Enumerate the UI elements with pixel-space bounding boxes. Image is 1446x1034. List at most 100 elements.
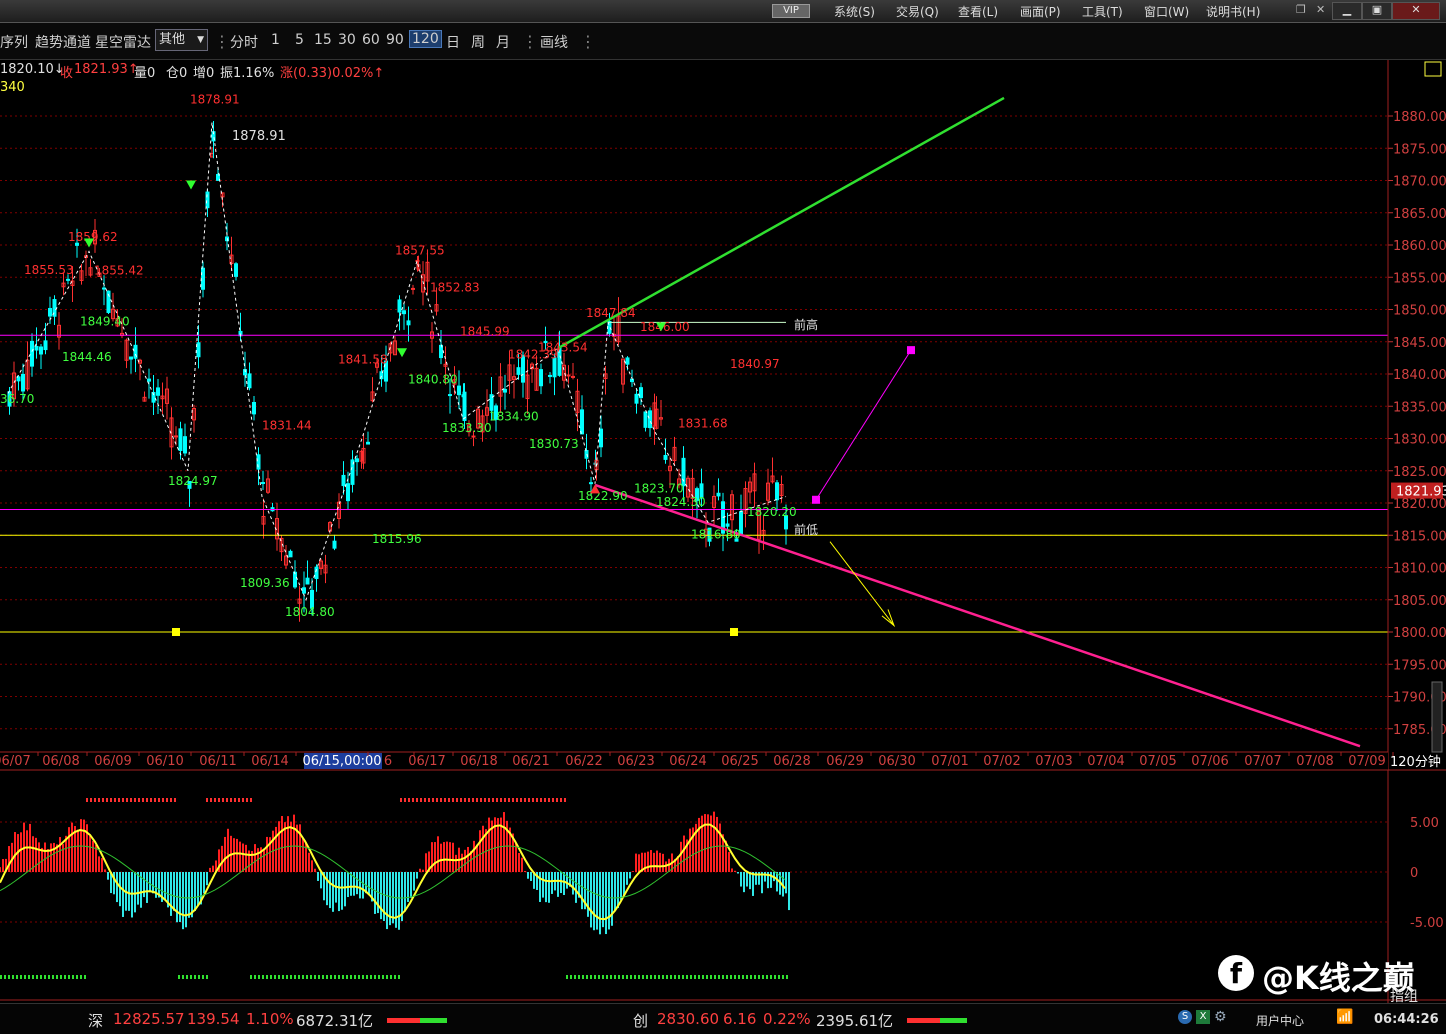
- date-tick-label: 07/02: [983, 754, 1020, 769]
- candle: [234, 263, 238, 277]
- candle: [725, 523, 730, 527]
- menu-system[interactable]: 系统(S): [834, 3, 875, 20]
- period-week[interactable]: 周: [471, 32, 485, 52]
- candle: [471, 435, 476, 438]
- high-price-label: 1878.91: [190, 93, 240, 107]
- panel-toggle-icon: [1424, 61, 1442, 77]
- excel-icon[interactable]: X: [1196, 1010, 1210, 1024]
- period-15[interactable]: 15: [314, 32, 332, 48]
- close-small-icon[interactable]: ✕: [1316, 3, 1325, 16]
- candle: [293, 571, 297, 588]
- candle: [201, 267, 205, 290]
- vip-badge[interactable]: VIP: [772, 4, 810, 18]
- period-month[interactable]: 月: [496, 32, 510, 52]
- date-tick-label: 06/15,00:00: [302, 754, 381, 769]
- candle: [147, 378, 151, 382]
- current-price-label: 1821.93: [1396, 485, 1446, 500]
- candle: [366, 441, 370, 445]
- candle: [288, 550, 293, 558]
- cy-pct: 0.22%: [763, 1010, 811, 1028]
- period-5[interactable]: 5: [295, 32, 304, 48]
- kline-chart[interactable]: 1878.91 1859.62 1855.53 1855.42 1857.55 1852.…: [0, 60, 1446, 1003]
- sequence-button[interactable]: 序列: [0, 32, 28, 52]
- date-tick-label: 07/09: [1348, 754, 1385, 769]
- high-price-label: 1859.62: [68, 230, 118, 244]
- candle: [252, 401, 256, 415]
- sz-label: 深: [88, 1012, 104, 1030]
- price-axis: 1880.00 1875.00 1870.00 1865.00 1860.00 1855.…: [1387, 60, 1446, 1003]
- period-120[interactable]: 120: [409, 30, 442, 48]
- maximize-button[interactable]: ▣: [1362, 2, 1392, 20]
- candle: [305, 577, 310, 585]
- candle: [302, 587, 306, 594]
- candle: [397, 299, 402, 313]
- menu-screen[interactable]: 画面(P): [1020, 3, 1061, 20]
- low-price-label: 1849.40: [80, 315, 130, 329]
- menu-view[interactable]: 查看(L): [958, 3, 998, 20]
- candle: [625, 357, 630, 365]
- sell-arrow-icon: [397, 348, 407, 358]
- low-price-label: 1834.90: [489, 409, 539, 423]
- low-price-label: 1822.90: [578, 489, 628, 503]
- low-price-label: 1844.46: [62, 350, 112, 364]
- radar-button[interactable]: 星空雷达: [95, 32, 151, 52]
- period-90[interactable]: 90: [386, 32, 404, 48]
- high-price-label: 1831.44: [262, 418, 312, 432]
- price-tick-label: 1875.00: [1393, 142, 1446, 157]
- price-tick-label: 1835.00: [1393, 400, 1446, 415]
- restore-small-icon[interactable]: ❐: [1296, 3, 1306, 16]
- candle: [448, 394, 452, 397]
- candle: [66, 278, 70, 281]
- period-day[interactable]: 日: [446, 32, 460, 52]
- draw-line-button[interactable]: 画线: [540, 32, 568, 52]
- date-tick-label: 06/28: [773, 754, 810, 769]
- high-price-label: 1845.99: [460, 324, 510, 338]
- minimize-button[interactable]: ▁: [1332, 2, 1362, 20]
- date-tick-label: 07/01: [931, 754, 968, 769]
- candle: [663, 454, 668, 460]
- close-button[interactable]: ✕: [1392, 2, 1440, 20]
- date-tick-label: 06/18: [460, 754, 497, 769]
- price-tick-label: 1825.00: [1393, 465, 1446, 480]
- low-price-label: 1816.80: [691, 527, 741, 541]
- settings-icon[interactable]: ⚙: [1214, 1009, 1227, 1025]
- indicator-group-label[interactable]: 指组: [1390, 986, 1418, 1006]
- menu-window[interactable]: 窗口(W): [1144, 3, 1189, 20]
- sell-arrow-icon: [186, 180, 196, 190]
- period-30[interactable]: 30: [338, 32, 356, 48]
- other-select[interactable]: 其他 ▼: [155, 29, 208, 51]
- candle: [156, 387, 160, 396]
- peak-label: 1878.91: [232, 129, 286, 144]
- trend-channel-button[interactable]: 趋势通道: [35, 32, 91, 52]
- candle: [261, 482, 265, 485]
- date-tick-label: 06/30: [878, 754, 915, 769]
- menu-help[interactable]: 说明书(H): [1206, 3, 1260, 20]
- date-tick-label: 06/07: [0, 754, 31, 769]
- period-timeshare[interactable]: 分时: [230, 32, 258, 52]
- high-price-label: 1852.83: [430, 280, 480, 294]
- facebook-icon: f: [1218, 955, 1254, 991]
- date-tick-label: 06/22: [565, 754, 602, 769]
- cy-label: 创: [633, 1012, 649, 1030]
- candle: [102, 287, 106, 290]
- candle: [411, 287, 415, 290]
- date-tick-label: 06/17: [408, 754, 445, 769]
- sync-icon[interactable]: S: [1178, 1010, 1192, 1024]
- candle: [196, 342, 201, 358]
- period-1[interactable]: 1: [271, 32, 280, 48]
- price-tick-label: 1870.00: [1393, 175, 1446, 190]
- user-center-link[interactable]: 用户中心: [1256, 1012, 1304, 1029]
- menu-tools[interactable]: 工具(T): [1082, 3, 1123, 20]
- candle: [129, 356, 133, 360]
- menu-trade[interactable]: 交易(Q): [896, 3, 939, 20]
- high-price-label: 1831.68: [678, 417, 728, 431]
- candle: [775, 482, 779, 501]
- candle: [402, 310, 406, 315]
- price-tick-label: 1855.00: [1393, 271, 1446, 286]
- price-tick-label: 1845.00: [1393, 336, 1446, 351]
- candle: [346, 483, 350, 502]
- high-price-label: 1846.00: [640, 320, 690, 334]
- period-60[interactable]: 60: [362, 32, 380, 48]
- candle: [462, 391, 467, 421]
- date-tick-label: 07/03: [1035, 754, 1072, 769]
